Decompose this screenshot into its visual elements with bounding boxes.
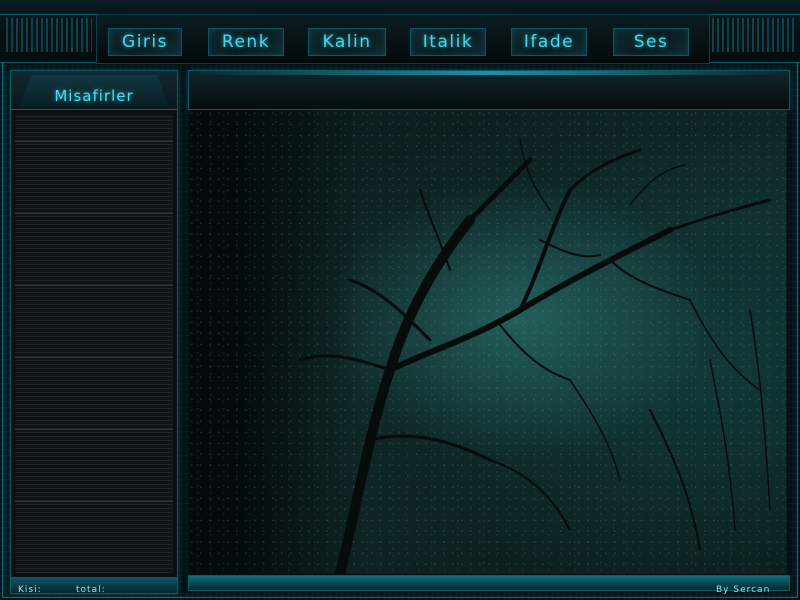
nav-button-label: Giris: [122, 32, 168, 52]
nav-button-label: Ses: [633, 32, 669, 52]
list-divider: [15, 285, 173, 286]
kisi-label: Kisi:: [18, 585, 42, 595]
nav-button-label: Renk: [221, 32, 271, 52]
message-header: [188, 70, 790, 110]
sidebar-title: Misafirler: [54, 87, 134, 105]
nav-button-ses[interactable]: Ses: [613, 28, 689, 56]
nav-button-label: Kalin: [322, 32, 372, 52]
nav-button-giris[interactable]: Giris: [108, 28, 182, 56]
nav-button-ifade[interactable]: Ifade: [511, 28, 587, 56]
nav-button-label: Italik: [422, 32, 474, 52]
status-bar: Kisi: total: By Sercan: [0, 582, 800, 600]
list-divider: [15, 501, 173, 502]
list-divider: [15, 429, 173, 430]
chat-area[interactable]: [190, 110, 786, 574]
top-bar-decoration-left: [6, 18, 92, 52]
sidebar-header: Misafirler: [11, 71, 177, 110]
nav-button-renk[interactable]: Renk: [208, 28, 284, 56]
total-label: total:: [76, 585, 106, 595]
nav-button-italik[interactable]: Italik: [410, 28, 486, 56]
tree-silhouette-image: [298, 139, 772, 574]
nav-button-label: Ifade: [523, 32, 575, 52]
guest-sidebar: Misafirler: [10, 70, 178, 594]
guest-list[interactable]: [15, 113, 173, 573]
header-glow: [189, 71, 789, 75]
list-divider: [15, 141, 173, 142]
list-divider: [15, 213, 173, 214]
nav-button-kalin[interactable]: Kalin: [308, 28, 386, 56]
credit-text: By Sercan: [716, 585, 771, 595]
list-divider: [15, 357, 173, 358]
top-bar-decoration-right: [712, 18, 794, 52]
